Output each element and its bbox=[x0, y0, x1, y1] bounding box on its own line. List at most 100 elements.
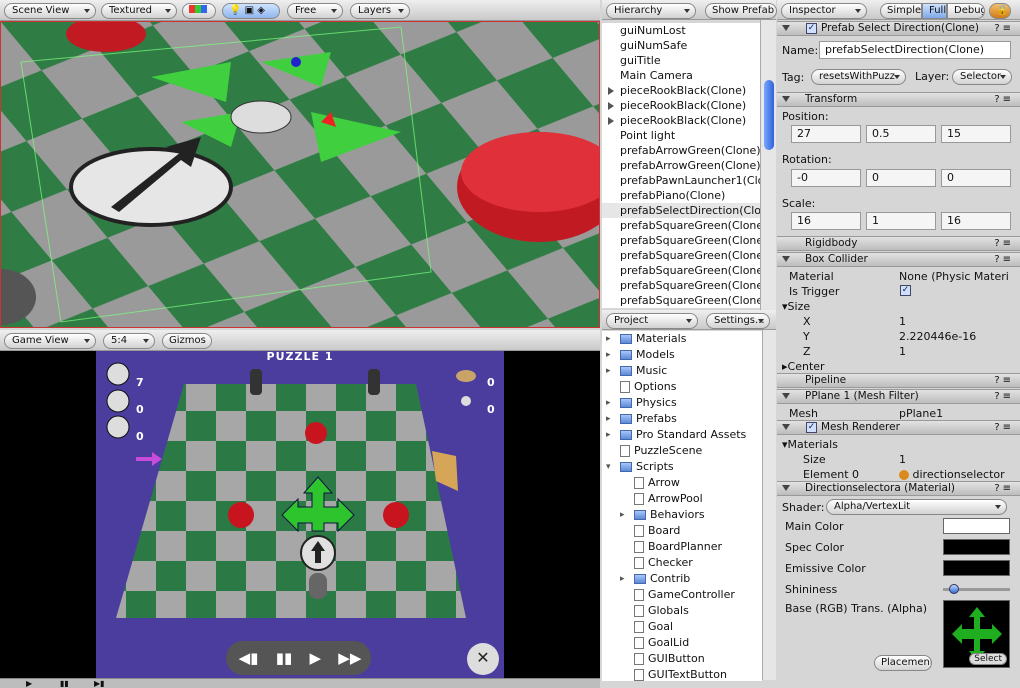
full-mode-button[interactable]: Full bbox=[922, 3, 947, 19]
rotation-z[interactable]: 0 bbox=[941, 169, 1011, 187]
collapsed-arrow-icon[interactable]: ▸ bbox=[606, 363, 611, 379]
project-item[interactable]: ▸ Physics bbox=[602, 395, 762, 411]
project-item[interactable]: ▸ Contrib bbox=[602, 571, 762, 587]
hierarchy-item[interactable]: prefabSquareGreen(Clone) bbox=[602, 278, 760, 293]
scene-viewport[interactable] bbox=[0, 21, 600, 328]
expanded-arrow-icon[interactable]: ▾ bbox=[606, 459, 611, 475]
pause-button[interactable]: ▮▮ bbox=[60, 679, 69, 688]
spec-color-swatch[interactable] bbox=[943, 539, 1010, 555]
project-item[interactable]: ArrowPool bbox=[602, 491, 762, 507]
mesh-renderer-header[interactable]: ✓ Mesh Renderer ?≡ bbox=[777, 420, 1020, 435]
project-scrollbar[interactable] bbox=[762, 330, 776, 680]
project-item[interactable]: ▸ Behaviors bbox=[602, 507, 762, 523]
object-enabled-checkbox[interactable]: ✓ bbox=[806, 23, 817, 34]
collapsed-arrow-icon[interactable]: ▸ bbox=[606, 411, 611, 427]
project-item[interactable]: Board bbox=[602, 523, 762, 539]
hierarchy-item[interactable]: prefabSelectDirection(Clor bbox=[602, 203, 760, 218]
position-y[interactable]: 0.5 bbox=[866, 125, 936, 143]
emissive-color-swatch[interactable] bbox=[943, 560, 1010, 576]
rgb-channel-icon[interactable] bbox=[182, 3, 216, 19]
hierarchy-item[interactable]: prefabSquareGreen(Clone) bbox=[602, 248, 760, 263]
hierarchy-item[interactable]: pieceRookBlack(Clone) bbox=[602, 113, 760, 128]
scale-y[interactable]: 1 bbox=[866, 212, 936, 230]
project-item[interactable]: Arrow bbox=[602, 475, 762, 491]
hierarchy-item[interactable]: Point light bbox=[602, 128, 760, 143]
hierarchy-item[interactable]: guiNumLost bbox=[602, 23, 760, 38]
aspect-dropdown[interactable]: 5:4 bbox=[103, 333, 155, 349]
play-button[interactable]: ▶ bbox=[26, 679, 32, 688]
hierarchy-item[interactable]: pieceRookBlack(Clone) bbox=[602, 98, 760, 113]
project-item[interactable]: ▸ Materials bbox=[602, 331, 762, 347]
shininess-slider[interactable] bbox=[943, 584, 1010, 594]
hierarchy-item[interactable]: Main Camera bbox=[602, 68, 760, 83]
mesh-renderer-checkbox[interactable]: ✓ bbox=[806, 422, 817, 433]
shininess-knob[interactable] bbox=[948, 584, 959, 594]
hierarchy-item[interactable]: prefabSquareGreen(Clone) bbox=[602, 293, 760, 308]
show-prefab-button[interactable]: Show Prefab bbox=[705, 3, 777, 19]
debug-mode-button[interactable]: Debug bbox=[947, 3, 985, 19]
pipeline-header[interactable]: Pipeline ?≡ bbox=[777, 373, 1020, 388]
box-collider-header[interactable]: Box Collider ?≡ bbox=[777, 252, 1020, 267]
project-list[interactable]: ▸ Materials ▸ Models ▸ Music Options ▸ Physics ▸ P… bbox=[602, 331, 762, 681]
hierarchy-tab[interactable]: Hierarchy bbox=[606, 3, 696, 19]
hierarchy-item[interactable]: prefabArrowGreen(Clone) bbox=[602, 143, 760, 158]
material-header[interactable]: Directionselectora (Material) ?≡ bbox=[777, 481, 1020, 496]
project-item[interactable]: ▾ Scripts bbox=[602, 459, 762, 475]
hierarchy-item[interactable]: prefabSquareGreen(Clone) bbox=[602, 263, 760, 278]
gizmos-button[interactable]: Gizmos bbox=[162, 333, 212, 349]
hierarchy-item[interactable]: prefabPiano(Clone) bbox=[602, 188, 760, 203]
is-trigger-checkbox[interactable]: ✓ bbox=[900, 285, 911, 296]
hierarchy-item[interactable]: guiNumSafe bbox=[602, 38, 760, 53]
rotation-x[interactable]: -0 bbox=[791, 169, 861, 187]
hierarchy-item[interactable]: prefabPawnLauncher1(Clo bbox=[602, 173, 760, 188]
fast-forward-icon[interactable]: ▶▶ bbox=[338, 649, 361, 667]
scale-x[interactable]: 16 bbox=[791, 212, 861, 230]
renderer-size-value[interactable]: 1 bbox=[899, 453, 906, 466]
layers-dropdown[interactable]: Layers bbox=[350, 3, 410, 19]
hierarchy-item[interactable]: prefabSquareGreen(Clone) bbox=[602, 218, 760, 233]
lock-icon[interactable]: 🔒 bbox=[989, 3, 1011, 19]
project-item[interactable]: ▸ Pro Standard Assets bbox=[602, 427, 762, 443]
pause-icon[interactable]: ▮▮ bbox=[276, 649, 293, 667]
hierarchy-item[interactable]: prefabSquareGreen(Clone) bbox=[602, 233, 760, 248]
close-button[interactable]: ✕ bbox=[472, 648, 494, 670]
project-item[interactable]: ▸ Prefabs bbox=[602, 411, 762, 427]
hierarchy-item[interactable]: pieceRookBlack(Clone) bbox=[602, 83, 760, 98]
scale-z[interactable]: 16 bbox=[941, 212, 1011, 230]
main-color-swatch[interactable] bbox=[943, 518, 1010, 534]
step-back-icon[interactable]: ◀▮ bbox=[239, 649, 259, 667]
layer-dropdown[interactable]: Selector bbox=[952, 69, 1012, 85]
hierarchy-list[interactable]: guiNumLost guiNumSafe guiTitle Main Camera p… bbox=[602, 23, 760, 308]
project-item[interactable]: PuzzleScene bbox=[602, 443, 762, 459]
project-item[interactable]: Goal bbox=[602, 619, 762, 635]
simple-mode-button[interactable]: Simple bbox=[880, 3, 922, 19]
project-item[interactable]: BoardPlanner bbox=[602, 539, 762, 555]
rigidbody-header[interactable]: Rigidbody ?≡ bbox=[777, 236, 1020, 251]
element-value[interactable]: directionselector bbox=[899, 468, 1017, 481]
settings-button[interactable]: Settings... bbox=[706, 313, 770, 329]
project-item[interactable]: Globals bbox=[602, 603, 762, 619]
collapsed-arrow-icon[interactable]: ▸ bbox=[620, 507, 625, 523]
mesh-value[interactable]: pPlane1 bbox=[899, 407, 943, 420]
y-value[interactable]: 2.220446e-16 bbox=[899, 330, 976, 343]
scene-view-dropdown[interactable]: Scene View bbox=[4, 3, 96, 19]
center-label[interactable]: ▸Center bbox=[782, 360, 825, 373]
name-field[interactable]: prefabSelectDirection(Clone) bbox=[819, 41, 1011, 59]
project-item[interactable]: Checker bbox=[602, 555, 762, 571]
rotation-y[interactable]: 0 bbox=[866, 169, 936, 187]
position-x[interactable]: 27 bbox=[791, 125, 861, 143]
project-item[interactable]: GameController bbox=[602, 587, 762, 603]
x-value[interactable]: 1 bbox=[899, 315, 906, 328]
project-item[interactable]: GoalLid bbox=[602, 635, 762, 651]
game-viewport[interactable]: PUZZLE 1 7 0 0 0 0 ◀▮ ▮▮ ▶ ▶▶ ✕ bbox=[0, 351, 600, 678]
project-item[interactable]: GUITextButton bbox=[602, 667, 762, 681]
tag-dropdown[interactable]: resetsWithPuzz bbox=[811, 69, 906, 85]
project-item[interactable]: ▸ Models bbox=[602, 347, 762, 363]
shader-dropdown[interactable]: Alpha/VertexLit bbox=[826, 499, 1007, 515]
collapsed-arrow-icon[interactable]: ▸ bbox=[606, 427, 611, 443]
step-button[interactable]: ▶▮ bbox=[94, 679, 105, 688]
project-tab[interactable]: Project bbox=[606, 313, 698, 329]
placement-button[interactable]: Placement bbox=[874, 655, 932, 671]
collapsed-arrow-icon[interactable]: ▸ bbox=[606, 395, 611, 411]
project-item[interactable]: GUIButton bbox=[602, 651, 762, 667]
